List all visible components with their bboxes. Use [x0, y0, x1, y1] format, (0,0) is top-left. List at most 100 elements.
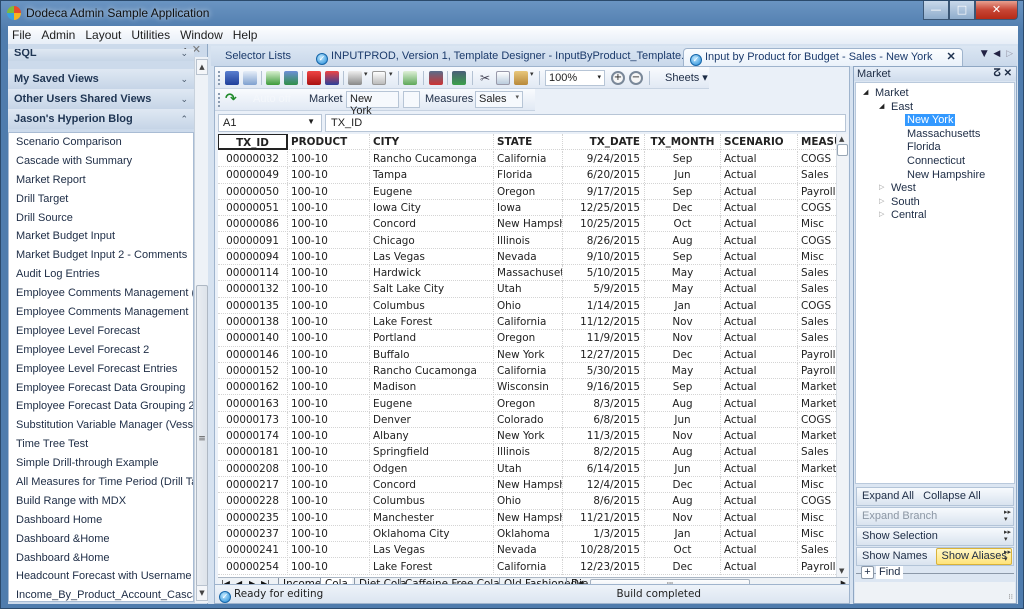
grid-cell[interactable]: COGS — [798, 493, 836, 509]
grid-cell[interactable]: 00000152 — [218, 362, 288, 379]
grid-cell[interactable]: Sep — [645, 248, 721, 265]
tree-node[interactable]: Florida — [907, 140, 941, 154]
view-list-item[interactable]: Market Budget Input 2 - Comments — [9, 246, 193, 265]
grid-cell[interactable]: Oregon — [494, 183, 563, 200]
grid-cell[interactable]: Aug — [645, 493, 721, 510]
grid-cell[interactable]: 00000241 — [218, 542, 288, 559]
tree-node[interactable]: ◢ Market — [863, 86, 909, 100]
preview-dropdown-icon[interactable]: ▾ — [389, 70, 393, 78]
view-list-item[interactable]: Employee Forecast Data Grouping — [9, 379, 193, 398]
expand-node-icon[interactable]: ▷ — [879, 195, 884, 209]
grid-cell[interactable]: 100-10 — [288, 525, 370, 542]
grid-cell[interactable]: Massachusett — [494, 265, 563, 282]
grid-cell[interactable]: Oklahoma City — [370, 525, 494, 542]
grid-cell[interactable]: COGS — [798, 412, 836, 428]
grid-cell[interactable]: 100-10 — [288, 232, 370, 249]
section-other-users-shared-views[interactable]: Other Users Shared Views ⌄ — [8, 89, 194, 109]
grid-cell[interactable]: 6/8/2015 — [563, 411, 645, 428]
grid-cell[interactable]: Columbus — [370, 297, 494, 314]
grid-cell[interactable]: Concord — [370, 216, 494, 233]
grid-cell[interactable]: Jun — [645, 411, 721, 428]
grid-cell[interactable]: Nov — [645, 428, 721, 445]
view-list-item[interactable]: Employee Comments Management (E.. — [9, 284, 193, 303]
grid-cell[interactable]: 00000049 — [218, 167, 288, 184]
grid-cell[interactable]: Oklahoma — [494, 525, 563, 542]
pdf-save-icon[interactable] — [325, 71, 339, 85]
view-list-item[interactable]: Employee Comments Management — [9, 303, 193, 322]
zoom-in-icon[interactable]: + — [611, 71, 625, 85]
grid-cell[interactable]: Denver — [370, 411, 494, 428]
menu-file[interactable]: File — [8, 26, 36, 44]
grid-cell[interactable]: Market — [798, 428, 836, 444]
grid-cell[interactable]: 100-10 — [288, 248, 370, 265]
cell-reference-box[interactable]: A1 ▼ — [218, 114, 322, 132]
grid-cell[interactable]: Aug — [645, 395, 721, 412]
grid-cell[interactable]: Illinois — [494, 232, 563, 249]
scroll-up-icon[interactable]: ▲ — [839, 135, 844, 143]
grid-cell[interactable]: 100-10 — [288, 362, 370, 379]
tab-list-icon[interactable]: ▼ — [981, 49, 988, 59]
grid-cell[interactable]: Actual — [721, 151, 798, 167]
grid-cell[interactable]: Nevada — [494, 248, 563, 265]
maximize-button[interactable]: □ — [949, 1, 975, 20]
grid-cell[interactable]: 00000086 — [218, 216, 288, 233]
toolbar-grip[interactable] — [218, 71, 220, 85]
grid-cell[interactable]: COGS — [798, 233, 836, 249]
grid-cell[interactable]: Springfield — [370, 444, 494, 461]
grid-cell[interactable]: 5/30/2015 — [563, 362, 645, 379]
grid-cell[interactable]: 00000114 — [218, 265, 288, 282]
grid-cell[interactable]: Chicago — [370, 232, 494, 249]
grid-cell[interactable]: 00000208 — [218, 460, 288, 477]
view-list-item[interactable]: Drill Target — [9, 190, 193, 209]
grid-cell[interactable]: Actual — [721, 477, 798, 493]
grid-cell[interactable]: 8/26/2015 — [563, 232, 645, 249]
grid-cell[interactable]: Actual — [721, 362, 798, 379]
grid-cell[interactable]: 11/9/2015 — [563, 330, 645, 347]
grid-cell[interactable]: New York — [494, 428, 563, 445]
grid-cell[interactable]: New Hampshi — [494, 509, 563, 526]
grid-cell[interactable]: Sales — [798, 330, 836, 346]
grid-cell[interactable]: Madison — [370, 379, 494, 396]
grid-cell[interactable]: Dec — [645, 558, 721, 575]
grid-cell[interactable]: Actual — [721, 248, 798, 265]
close-icon[interactable]: ✕ — [1004, 68, 1012, 79]
grid-cell[interactable]: 11/21/2015 — [563, 509, 645, 526]
grid-cell[interactable]: Las Vegas — [370, 542, 494, 559]
view-list-item[interactable]: Dashboard &Home — [9, 530, 193, 549]
grid-cell[interactable]: Lake Forest — [370, 314, 494, 330]
grid-cell[interactable]: Nov — [645, 509, 721, 526]
grid-cell[interactable]: Payroll — [798, 184, 836, 200]
grid-cell[interactable]: Actual — [721, 395, 798, 412]
zoom-select[interactable]: 100% ▾ — [545, 70, 605, 86]
grid-cell[interactable]: 00000217 — [218, 477, 288, 493]
view-list-item[interactable]: Market Report — [9, 171, 193, 190]
spreadsheet-grid[interactable]: TX_ID PRODUCT CITY STATE TX_DATE TX_MONTH SCEN… — [218, 134, 836, 577]
grid-cell[interactable]: Payroll — [798, 347, 836, 363]
grid-cell[interactable]: 10/28/2015 — [563, 542, 645, 559]
send-icon[interactable] — [452, 71, 466, 85]
column-header[interactable]: TX_DATE — [563, 134, 645, 150]
expand-find-button[interactable]: + — [861, 566, 874, 579]
grid-cell[interactable]: Oregon — [494, 330, 563, 347]
grid-cell[interactable]: Salt Lake City — [370, 281, 494, 298]
minimize-button[interactable]: — — [923, 1, 949, 20]
grid-cell[interactable]: 100-10 — [288, 346, 370, 363]
show-selection-button[interactable]: Show Selection ▸▸ ▾ — [856, 527, 1014, 546]
grid-cell[interactable]: Nov — [645, 330, 721, 347]
scroll-down-icon[interactable]: ▼ — [196, 585, 208, 601]
grid-cell[interactable]: Actual — [721, 558, 798, 575]
print-preview-icon[interactable] — [372, 71, 386, 85]
refresh-arrow-icon[interactable]: ↷ — [225, 92, 239, 107]
grid-cell[interactable]: 6/20/2015 — [563, 167, 645, 184]
grid-cell[interactable]: Actual — [721, 232, 798, 249]
grid-cell[interactable]: Sep — [645, 151, 721, 167]
view-list-item[interactable]: Time Tree Test — [9, 435, 193, 454]
view-list-item[interactable]: Employee Level Forecast 2 — [9, 341, 193, 360]
view-list-item[interactable]: Employee Level Forecast Entries — [9, 360, 193, 379]
grid-cell[interactable]: 10/25/2015 — [563, 216, 645, 233]
grid-cell[interactable]: 00000254 — [218, 558, 288, 575]
grid-cell[interactable]: 00000138 — [218, 314, 288, 330]
overflow-icon[interactable]: ▸▸ ▾ — [1004, 509, 1011, 523]
grid-cell[interactable]: New Hampshi — [494, 477, 563, 493]
print-icon[interactable] — [348, 71, 362, 85]
